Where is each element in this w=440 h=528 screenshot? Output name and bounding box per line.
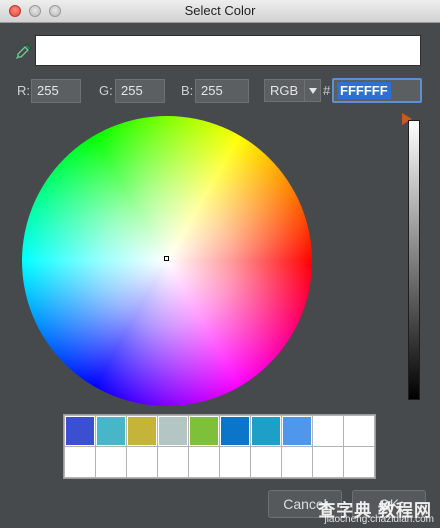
- eyedropper-icon[interactable]: [15, 42, 33, 60]
- swatch-8[interactable]: [282, 416, 312, 446]
- window-title: Select Color: [184, 3, 256, 18]
- swatch-13[interactable]: [127, 447, 157, 477]
- hex-field[interactable]: FFFFFF: [332, 78, 422, 103]
- color-wheel[interactable]: [22, 116, 312, 406]
- r-field[interactable]: 255: [31, 79, 81, 103]
- swatch-20[interactable]: [344, 447, 374, 477]
- swatch-7[interactable]: [251, 416, 281, 446]
- hex-prefix: #: [323, 83, 331, 98]
- swatch-5[interactable]: [189, 416, 219, 446]
- g-field[interactable]: 255: [115, 79, 165, 103]
- swatch-12[interactable]: [96, 447, 126, 477]
- swatch-16[interactable]: [220, 447, 250, 477]
- brightness-slider[interactable]: [408, 120, 420, 400]
- color-wheel-marker[interactable]: [164, 256, 169, 261]
- swatch-18[interactable]: [282, 447, 312, 477]
- swatch-6[interactable]: [220, 416, 250, 446]
- swatch-11[interactable]: [65, 447, 95, 477]
- swatch-19[interactable]: [313, 447, 343, 477]
- r-label: R:: [17, 83, 30, 98]
- g-label: G:: [99, 83, 113, 98]
- swatch-10[interactable]: [344, 416, 374, 446]
- color-mode-value: RGB: [270, 83, 299, 98]
- dropdown-arrow-icon: [309, 88, 317, 94]
- select-divider: [304, 80, 305, 101]
- hex-value: FFFFFF: [337, 82, 391, 99]
- swatch-9[interactable]: [313, 416, 343, 446]
- watermark-url: jiaocheng.chazidian.com: [324, 514, 434, 525]
- swatch-1[interactable]: [65, 416, 95, 446]
- recent-colors-grid: [63, 414, 376, 479]
- color-mode-select[interactable]: RGB: [264, 79, 321, 102]
- swatch-14[interactable]: [158, 447, 188, 477]
- swatch-4[interactable]: [158, 416, 188, 446]
- b-label: B:: [181, 83, 194, 98]
- b-field[interactable]: 255: [195, 79, 249, 103]
- swatch-15[interactable]: [189, 447, 219, 477]
- color-preview: [35, 35, 421, 66]
- title-bar: Select Color: [0, 0, 440, 23]
- swatch-17[interactable]: [251, 447, 281, 477]
- swatch-3[interactable]: [127, 416, 157, 446]
- swatch-2[interactable]: [96, 416, 126, 446]
